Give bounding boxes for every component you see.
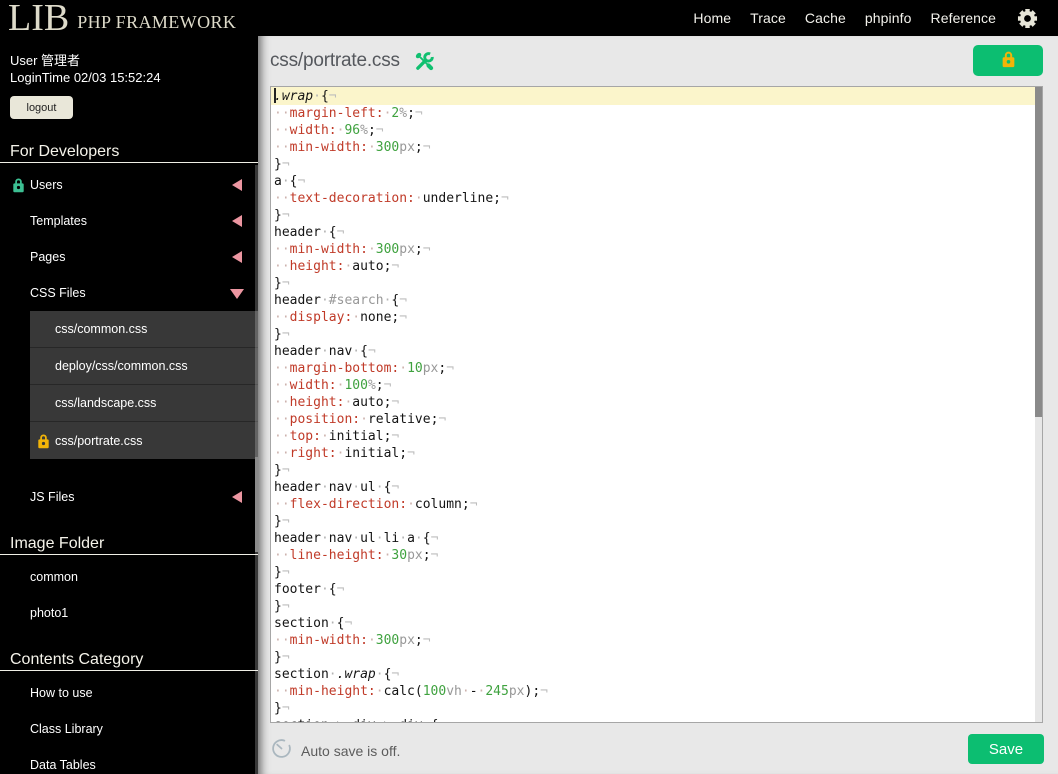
code-line: ··display:·none;¬: [274, 310, 408, 325]
code-line: }¬: [274, 157, 290, 172]
logout-button[interactable]: logout: [10, 96, 73, 119]
sidebar-item-templates[interactable]: Templates: [0, 203, 258, 239]
lock-button[interactable]: [973, 45, 1043, 76]
code-line: footer·{¬: [274, 582, 345, 597]
code-area[interactable]: .wrap·{¬ ··margin-left:·2%;¬ ··width:·96%;…: [271, 87, 1035, 722]
code-line: ··margin-left:·2%;¬: [274, 106, 423, 121]
sidebar-scrollbar[interactable]: [255, 165, 258, 774]
logo-title: LIB: [8, 0, 70, 39]
collapsed-arrow-icon: [232, 215, 242, 227]
sidebar-subitem-css-portrate-css[interactable]: css/portrate.css: [30, 422, 258, 459]
code-line: section·.wrap·{¬: [274, 667, 400, 682]
app-window: Home Trace Cache phpinfo Reference LIB PHP FR…: [0, 0, 1058, 774]
code-line: ··width:·96%;¬: [274, 123, 384, 138]
editor-scrollbar-thumb[interactable]: [1035, 87, 1042, 417]
sidebar-subitem-deploy-css-common-css[interactable]: deploy/css/common.css: [30, 348, 258, 385]
code-line: header·nav·ul·li·a·{¬: [274, 531, 439, 546]
sidebar-scrollbar-thumb[interactable]: [255, 457, 258, 552]
nav-reference[interactable]: Reference: [931, 10, 997, 26]
document-title-row: css/portrate.css: [270, 36, 435, 86]
section-heading: Contents Category: [0, 646, 258, 671]
code-line: ··right:·initial;¬: [274, 446, 415, 461]
code-line: ··height:·auto;¬: [274, 259, 400, 274]
collapsed-arrow-icon: [232, 251, 242, 263]
sidebar-item-how-to-use[interactable]: How to use: [0, 675, 258, 711]
tools-icon: [414, 51, 435, 72]
code-line: }¬: [274, 650, 290, 665]
code-line: ··top:·initial;¬: [274, 429, 400, 444]
sidebar-item-class-library[interactable]: Class Library: [0, 711, 258, 747]
code-line: a·{¬: [274, 174, 306, 189]
code-line: header·{¬: [274, 225, 345, 240]
code-line: }¬: [274, 327, 290, 342]
lock-icon: [1001, 50, 1016, 71]
code-line: ··margin-bottom:·10px;¬: [274, 361, 455, 376]
code-line: }¬: [274, 565, 290, 580]
code-line: }¬: [274, 463, 290, 478]
sidebar-item-data-tables[interactable]: Data Tables: [0, 747, 258, 774]
code-line: ··min-width:·300px;¬: [274, 242, 431, 257]
section-heading: Image Folder: [0, 530, 258, 555]
code-line: }¬: [274, 599, 290, 614]
timer-icon: [271, 738, 292, 759]
code-line: ··width:·100%;¬: [274, 378, 392, 393]
code-line: ··min-width:·300px;¬: [274, 633, 431, 648]
app-logo: LIB PHP FRAMEWORK: [8, 0, 236, 40]
logo-subtitle: PHP FRAMEWORK: [77, 12, 237, 32]
nav-trace[interactable]: Trace: [750, 10, 786, 26]
code-line: ··height:·auto;¬: [274, 395, 400, 410]
nav-home[interactable]: Home: [693, 10, 731, 26]
code-line: }¬: [274, 701, 290, 716]
document-title: css/portrate.css: [270, 50, 400, 71]
code-line: ··min-height:·calc(100vh·-·245px);¬: [274, 684, 548, 699]
code-line: }¬: [274, 514, 290, 529]
autosave-status: Auto save is off.: [301, 743, 401, 759]
user-name: User 管理者: [10, 53, 81, 68]
code-line: section·{¬: [274, 616, 353, 631]
nav-phpinfo[interactable]: phpinfo: [865, 10, 912, 26]
gear-icon[interactable]: [1015, 6, 1039, 30]
sidebar-item-common[interactable]: common: [0, 559, 258, 595]
collapsed-arrow-icon: [232, 179, 242, 191]
save-button[interactable]: Save: [968, 734, 1044, 764]
expanded-arrow-icon: [230, 289, 244, 299]
lock-icon: [37, 433, 50, 452]
collapsed-arrow-icon: [232, 491, 242, 503]
code-line: ··text-decoration:·underline;¬: [274, 191, 509, 206]
sidebar-subitem-css-common-css[interactable]: css/common.css: [30, 311, 258, 348]
sidebar: LIB PHP FRAMEWORK User 管理者 LoginTime 02/0…: [0, 0, 258, 774]
code-line: ··flex-direction:·column;¬: [274, 497, 478, 512]
main-content: css/portrate.css .wrap·{¬ ··margin-left:·…: [258, 36, 1058, 774]
code-line: .wrap·{¬: [274, 88, 337, 104]
nav-cache[interactable]: Cache: [805, 10, 846, 26]
section-heading: For Developers: [0, 138, 258, 163]
code-editor[interactable]: .wrap·{¬ ··margin-left:·2%;¬ ··width:·96%;…: [270, 86, 1043, 723]
code-line: ··line-height:·30px;¬: [274, 548, 439, 563]
code-line: section·>·div·>·div·{¬: [274, 717, 1035, 722]
code-line: }¬: [274, 276, 290, 291]
code-line: header·#search·{¬: [274, 293, 408, 308]
document-header: css/portrate.css: [258, 36, 1058, 86]
editor-scrollbar[interactable]: [1035, 87, 1042, 722]
sidebar-item-users[interactable]: Users: [0, 167, 258, 203]
code-line: ··min-width:·300px;¬: [274, 140, 431, 155]
lock-icon: [12, 177, 25, 196]
sidebar-item-photo1[interactable]: photo1: [0, 595, 258, 631]
sidebar-item-css-files[interactable]: CSS Files: [0, 275, 258, 311]
login-time: LoginTime 02/03 15:52:24: [10, 70, 161, 85]
code-line: header·nav·ul·{¬: [274, 480, 400, 495]
code-line: header·nav·{¬: [274, 344, 376, 359]
sidebar-item-pages[interactable]: Pages: [0, 239, 258, 275]
code-line: }¬: [274, 208, 290, 223]
status-bar: Auto save is off. Save: [258, 723, 1058, 774]
code-line: ··position:·relative;¬: [274, 412, 447, 427]
sidebar-subitem-css-landscape-css[interactable]: css/landscape.css: [30, 385, 258, 422]
sidebar-item-js-files[interactable]: JS Files: [0, 479, 258, 515]
